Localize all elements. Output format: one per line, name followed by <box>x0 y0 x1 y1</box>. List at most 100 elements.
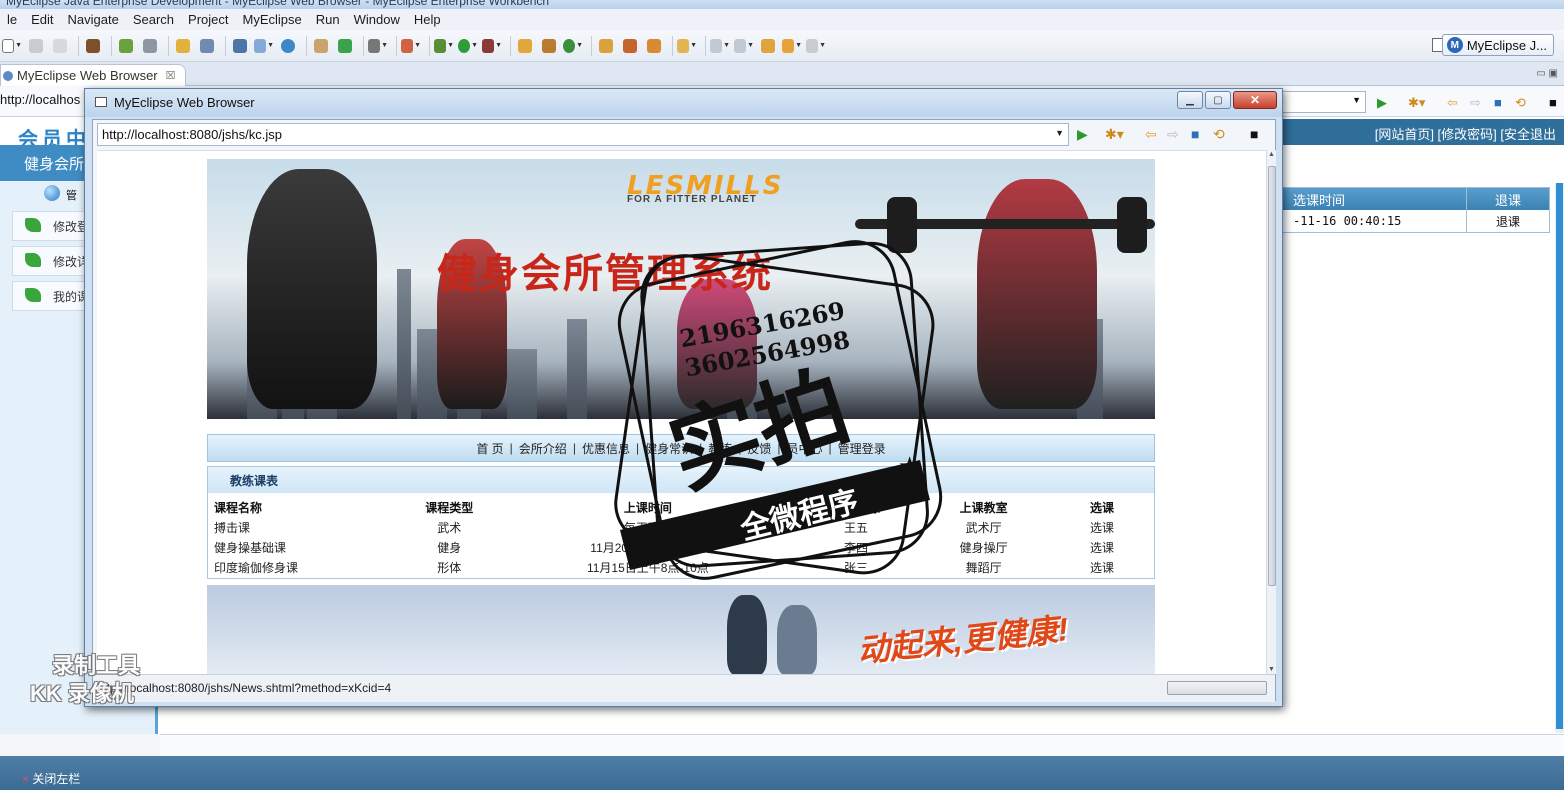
select-course-link[interactable]: 选课 <box>1050 538 1154 558</box>
last-edit-icon[interactable] <box>758 36 778 56</box>
bottom-bar: × 关闭左栏 <box>0 756 1564 790</box>
scroll-up-icon[interactable]: ▲ <box>1268 151 1275 158</box>
go-icon[interactable]: ▶ <box>1077 126 1088 143</box>
open-folder-icon[interactable]: ▼ <box>677 36 697 56</box>
cell-time: 11月15日上午8点-10点 <box>586 561 709 575</box>
go-icon[interactable]: ▶ <box>1377 95 1387 111</box>
select-course-link[interactable]: 选课 <box>1050 518 1154 538</box>
undeploy-icon[interactable] <box>197 36 217 56</box>
nav-coaches[interactable]: 教练 <box>708 440 732 457</box>
scroll-thumb[interactable] <box>1268 166 1276 586</box>
window-title: MyEclipse Java Enterprise Development - … <box>6 0 550 8</box>
nav-admin-login[interactable]: 管理登录 <box>838 440 886 457</box>
menu-search[interactable]: Search <box>126 12 181 27</box>
stop-icon[interactable]: ■ <box>1191 126 1199 142</box>
nav-about[interactable]: 会所介绍 <box>519 440 567 457</box>
box-icon[interactable] <box>83 36 103 56</box>
nav-member-center[interactable]: 员中心 <box>787 440 823 457</box>
menu-myeclipse[interactable]: MyEclipse <box>236 12 309 27</box>
minimize-button[interactable]: ▁ <box>1177 91 1203 109</box>
new-file-icon[interactable]: ▼ <box>254 36 274 56</box>
close-button[interactable]: ✕ <box>1233 91 1277 109</box>
save-icon[interactable] <box>26 36 46 56</box>
camera-icon[interactable]: ▼ <box>368 36 388 56</box>
bookmark-icon[interactable]: ✱▾ <box>1408 95 1425 111</box>
maximize-button[interactable]: ▢ <box>1205 91 1231 109</box>
refresh-arrows-icon[interactable]: ⟲ <box>1515 95 1526 111</box>
slogan: 动起来,更健康! <box>855 611 1071 669</box>
menu-navigate[interactable]: Navigate <box>61 12 126 27</box>
background-url[interactable]: http://localhos <box>0 92 80 107</box>
url-input[interactable]: http://localhost:8080/jshs/kc.jsp ▼ <box>97 123 1069 146</box>
athlete-squat-image <box>977 179 1097 409</box>
stop-icon[interactable]: ■ <box>1494 95 1502 110</box>
refresh-arrows-icon[interactable]: ⟲ <box>1213 126 1225 143</box>
forward-arrow-icon[interactable]: ⇨ <box>1167 126 1179 143</box>
background-url-dropdown[interactable]: ▼ <box>1280 91 1366 113</box>
nav-tips[interactable]: 健身常识 <box>645 440 693 457</box>
server-icon[interactable] <box>140 36 160 56</box>
course-selection-table: 选课时间 退课 -11-16 00:40:15 退课 <box>1280 187 1550 233</box>
black-square-icon[interactable]: ■ <box>1250 126 1258 142</box>
debug-icon[interactable]: ▼ <box>434 36 454 56</box>
scroll-down-icon[interactable]: ▼ <box>1268 666 1275 673</box>
globe-icon[interactable] <box>278 36 298 56</box>
pen-icon[interactable] <box>620 36 640 56</box>
cell-time: 11月20日下午2点-4点 <box>590 541 706 555</box>
back-arrow-icon[interactable]: ⇦ <box>1447 95 1458 111</box>
tools-icon[interactable]: ▼ <box>401 36 421 56</box>
perspective-switcher[interactable]: M MyEclipse J... <box>1441 34 1554 56</box>
cell-room: 健身操厅 <box>959 541 1008 555</box>
refresh-icon[interactable]: ▼ <box>563 36 583 56</box>
new-icon[interactable]: ▼ <box>2 36 22 56</box>
popup-title-bar[interactable]: MyEclipse Web Browser ▁ ▢ ✕ <box>85 89 1282 117</box>
withdraw-link[interactable]: 退课 <box>1467 213 1549 230</box>
back-arrow-icon[interactable]: ⇦ <box>1145 126 1157 143</box>
table-header: 选课时间 退课 <box>1281 188 1549 210</box>
close-icon[interactable]: ☒ <box>166 69 176 82</box>
nav-feedback[interactable]: 反馈 <box>747 440 771 457</box>
close-left-panel[interactable]: × 关闭左栏 <box>22 770 80 787</box>
menu-window[interactable]: Window <box>347 12 407 27</box>
forward-icon[interactable]: ▼ <box>806 36 826 56</box>
chevron-down-icon[interactable]: ▼ <box>1055 128 1064 138</box>
page-scrollbar[interactable] <box>1555 183 1564 733</box>
table-header-row: 课程名称 课程类型 上课时间 上课教练 上课教室 选课 <box>208 493 1154 518</box>
back-icon[interactable]: ▼ <box>782 36 802 56</box>
window-title-bar: MyEclipse Java Enterprise Development - … <box>0 0 1564 9</box>
table-row: 印度瑜伽修身课 形体 11月15日上午8点-10点 张三 舞蹈厅 选课 <box>208 558 1154 578</box>
bookmark-icon[interactable]: ✱▾ <box>1105 126 1124 143</box>
bug-icon[interactable] <box>116 36 136 56</box>
nav-home[interactable]: 首 页 <box>476 440 503 457</box>
deploy-icon[interactable] <box>173 36 193 56</box>
menu-run[interactable]: Run <box>309 12 347 27</box>
minimize-maximize-icon[interactable]: ▭ ▣ <box>1536 68 1558 79</box>
tab-web-browser[interactable]: MyEclipse Web Browser ☒ <box>0 64 186 86</box>
popup-scrollbar[interactable]: ▲ ▼ <box>1266 150 1276 674</box>
forward-arrow-icon[interactable]: ⇨ <box>1470 95 1481 111</box>
sidebar-item-manage[interactable]: 管 <box>66 187 77 203</box>
nav-offers[interactable]: 优惠信息 <box>582 440 630 457</box>
cell-coach: 王五 <box>843 521 868 535</box>
menu-help[interactable]: Help <box>407 12 448 27</box>
external-tools-icon[interactable]: ▼ <box>482 36 502 56</box>
add-icon[interactable] <box>335 36 355 56</box>
run-icon[interactable]: ▼ <box>458 36 478 56</box>
package-icon[interactable] <box>644 36 664 56</box>
menu-project[interactable]: Project <box>181 12 235 27</box>
new-class-icon[interactable] <box>515 36 535 56</box>
folder-icon[interactable] <box>596 36 616 56</box>
prev-annotation-icon[interactable]: ▼ <box>734 36 754 56</box>
open-icon[interactable] <box>311 36 331 56</box>
cell-course-type: 形体 <box>437 561 462 575</box>
select-course-link[interactable]: 选课 <box>1050 558 1154 578</box>
brand-subtitle: FOR A FITTER PLANET <box>627 194 757 205</box>
next-annotation-icon[interactable]: ▼ <box>710 36 730 56</box>
print-icon[interactable] <box>50 36 70 56</box>
black-square-icon[interactable]: ■ <box>1549 95 1557 110</box>
menu-edit[interactable]: Edit <box>24 12 60 27</box>
menu-file[interactable]: le <box>0 12 24 27</box>
top-links[interactable]: [网站首页] [修改密码] [安全退出 <box>1375 124 1556 143</box>
wizard-icon[interactable] <box>230 36 250 56</box>
new-package-icon[interactable] <box>539 36 559 56</box>
